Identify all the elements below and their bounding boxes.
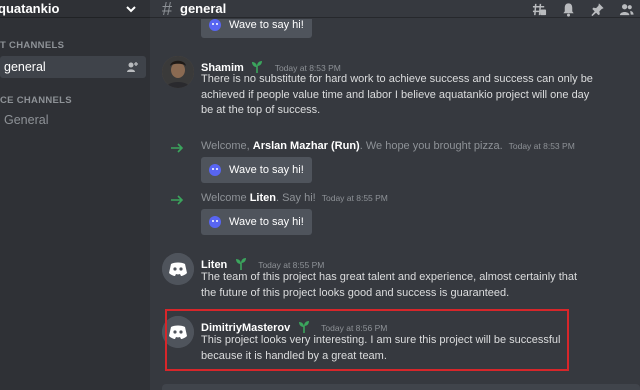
pin-icon[interactable]	[590, 2, 605, 17]
category-voice-channels[interactable]: CE CHANNELS	[0, 95, 72, 106]
sidebar-channel-general[interactable]: general	[0, 56, 146, 78]
channel-header: # general	[150, 0, 640, 18]
welcome-suffix: . Say hi!	[275, 192, 316, 204]
user-photo-avatar	[162, 56, 194, 88]
channel-sidebar: quatankio T CHANNELS general CE CHANNELS…	[0, 0, 150, 390]
chevron-down-icon	[126, 5, 136, 12]
message-line: be at the top of success.	[201, 104, 321, 116]
wave-button-label: Wave to say hi!	[229, 216, 304, 228]
message-line: achieved if people value time and labor …	[201, 88, 590, 101]
message-content: There is no substitute for hard work to …	[201, 72, 631, 119]
avatar[interactable]	[162, 253, 194, 285]
highlight-box	[165, 309, 569, 371]
discord-logo-icon	[162, 253, 194, 285]
wave-to-say-hi-button[interactable]: Wave to say hi!	[201, 209, 312, 235]
sidebar-channel-General[interactable]: General	[0, 109, 146, 131]
message-timestamp: Today at 8:53 PM	[508, 141, 575, 151]
join-arrow-icon	[171, 195, 184, 205]
message-line: the future of this project looks good an…	[201, 286, 510, 299]
sidebar-channel-label: General	[4, 113, 49, 127]
system-welcome-message: Welcome, Arslan Mazhar (Run). We hope yo…	[201, 140, 575, 152]
bell-icon[interactable]	[561, 2, 576, 17]
welcome-name[interactable]: Liten	[250, 192, 276, 204]
system-welcome-message: Welcome Liten. Say hi! Today at 8:55 PM	[201, 192, 388, 204]
message-composer[interactable]	[162, 384, 640, 390]
category-text-channels[interactable]: T CHANNELS	[0, 40, 64, 51]
message-line: The team of this project has great talen…	[201, 271, 578, 283]
wave-button-label: Wave to say hi!	[229, 164, 304, 176]
sidebar-channel-label: general	[4, 60, 46, 74]
message-timestamp: Today at 8:55 PM	[258, 260, 325, 270]
avatar[interactable]	[162, 56, 194, 88]
wave-to-say-hi-button[interactable]: Wave to say hi!	[201, 157, 312, 183]
hash-icon: #	[162, 0, 173, 19]
wave-to-say-hi-button[interactable]: Wave to say hi!	[201, 19, 312, 38]
header-toolbar	[532, 0, 634, 18]
add-user-icon[interactable]	[126, 61, 138, 73]
server-name: quatankio	[0, 1, 60, 16]
channel-title: general	[180, 1, 227, 16]
wave-sticker-icon	[209, 164, 221, 176]
server-header[interactable]: quatankio	[0, 0, 150, 18]
wave-sticker-icon	[209, 216, 221, 228]
join-arrow-icon	[171, 143, 184, 153]
wave-button-label: Wave to say hi!	[229, 19, 304, 31]
threads-icon[interactable]	[532, 2, 547, 17]
welcome-prefix: Welcome,	[201, 140, 253, 152]
welcome-suffix: . We hope you brought pizza.	[359, 140, 503, 152]
message-line: There is no substitute for hard work to …	[201, 73, 593, 85]
message-timestamp: Today at 8:55 PM	[321, 193, 388, 203]
message-content: The team of this project has great talen…	[201, 270, 631, 301]
wave-sticker-icon	[209, 19, 221, 31]
sprout-badge-icon	[235, 258, 246, 270]
welcome-prefix: Welcome	[201, 192, 250, 204]
welcome-name[interactable]: Arslan Mazhar (Run)	[253, 140, 360, 152]
members-icon[interactable]	[619, 2, 634, 17]
